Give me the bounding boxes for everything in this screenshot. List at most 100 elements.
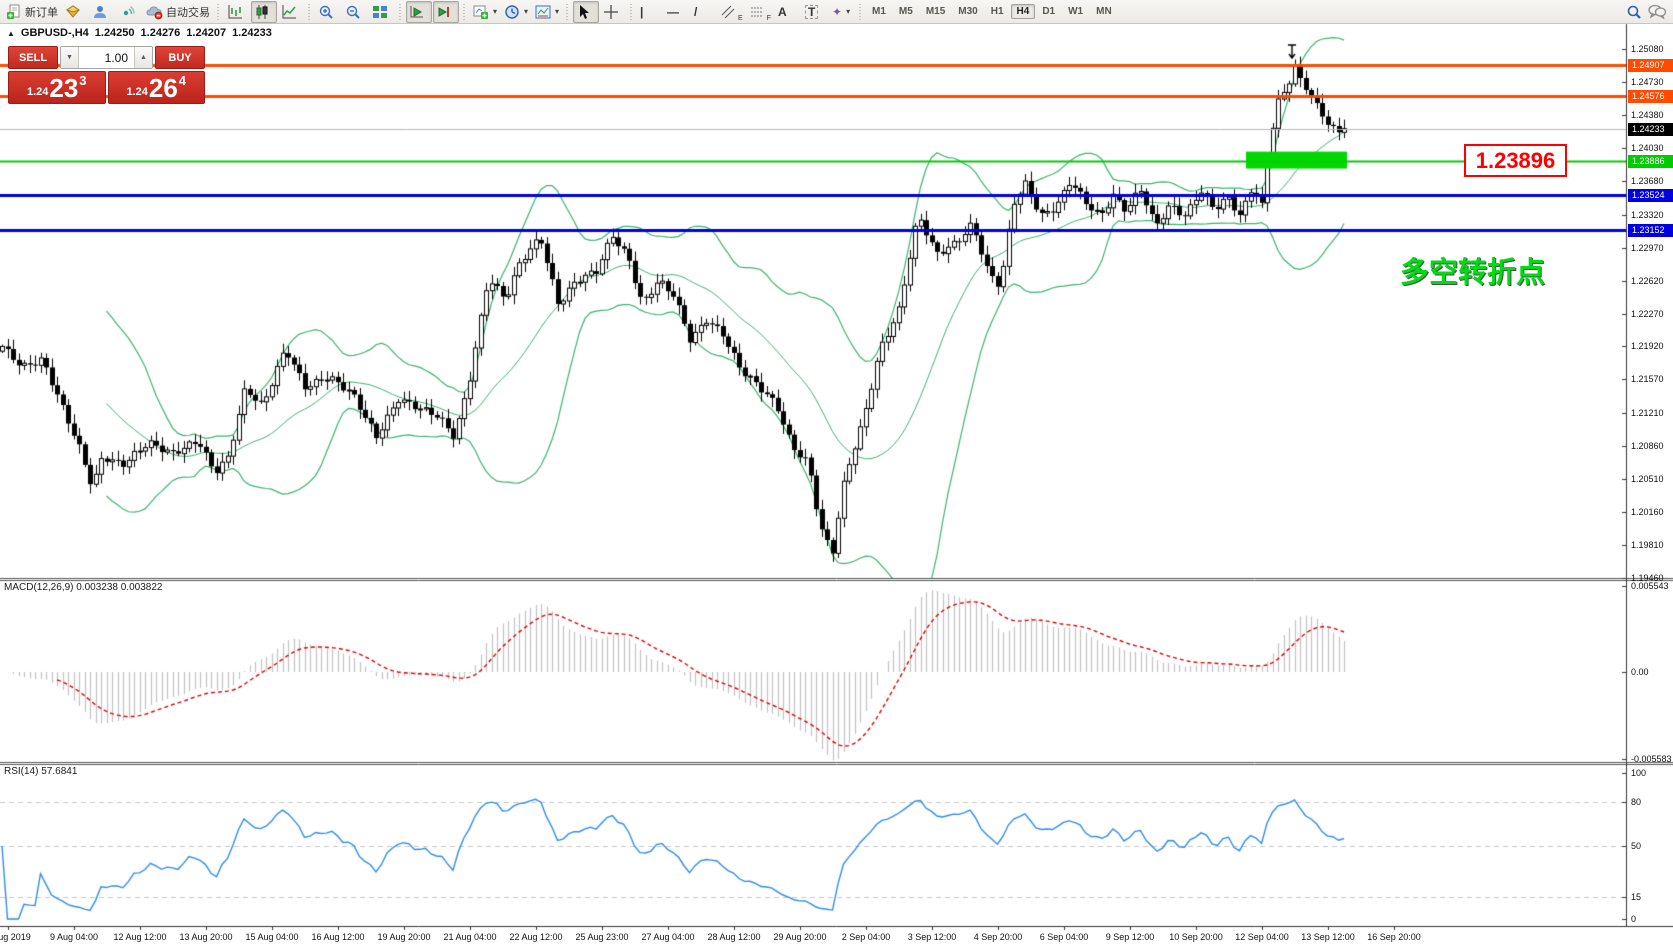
quote-line: ▲ GBPUSD-,H4 1.24250 1.24276 1.24207 1.2…: [7, 27, 272, 39]
time-axis-label: 10 Sep 20:00: [1169, 932, 1223, 942]
price-tick-label: 1.20510: [1631, 474, 1664, 484]
search-icon[interactable]: [1626, 4, 1642, 20]
channel-icon: [721, 5, 735, 19]
bar-chart-button[interactable]: [224, 1, 250, 23]
trendline-button[interactable]: /: [691, 1, 717, 23]
toolbar-grip: [858, 4, 863, 20]
rsi-tick-label: 100: [1631, 768, 1646, 778]
time-axis-label: 9 Aug 04:00: [50, 932, 98, 942]
vertical-line-button[interactable]: |: [637, 1, 663, 23]
add-indicator-button[interactable]: ▾: [470, 1, 500, 23]
chart-shift-button[interactable]: [433, 1, 459, 23]
volume-decrease-button[interactable]: ▼: [61, 47, 79, 68]
volume-input[interactable]: 1.00: [79, 47, 134, 68]
level-price-tag: 1.23152: [1628, 224, 1673, 237]
quote-low: 1.24207: [186, 27, 226, 39]
volume-increase-button[interactable]: ▲: [134, 47, 152, 68]
time-axis-label: 13 Aug 20:00: [179, 932, 232, 942]
time-axis-label: 29 Aug 20:00: [773, 932, 826, 942]
price-tick-label: 1.20160: [1631, 507, 1664, 517]
horizontal-line-icon: —: [667, 6, 679, 18]
quote-close: 1.24233: [232, 27, 272, 39]
rsi-tick-label: 50: [1631, 841, 1641, 851]
time-axis-label: 25 Aug 23:00: [575, 932, 628, 942]
macd-tick-label: 0.00: [1631, 667, 1649, 677]
time-axis-label: 12 Aug 12:00: [113, 932, 166, 942]
cursor-button[interactable]: [573, 1, 599, 23]
candlestick-chart-button[interactable]: [251, 1, 277, 23]
period-button[interactable]: ▾: [501, 1, 531, 23]
text-label-button[interactable]: T: [802, 1, 828, 23]
horizontal-line-button[interactable]: —: [664, 1, 690, 23]
candlestick-chart-icon: [254, 4, 270, 20]
fibonacci-button[interactable]: F: [747, 1, 774, 23]
tile-windows-button[interactable]: [369, 1, 395, 23]
macd-indicator-label: MACD(12,26,9) 0.003238 0.003822: [4, 582, 162, 593]
line-chart-button[interactable]: [278, 1, 304, 23]
time-axis-label: 9 Sep 12:00: [1106, 932, 1155, 942]
sell-price-point: 3: [79, 73, 86, 88]
time-axis-label: 7 Aug 2019: [0, 932, 31, 942]
market-icon: [65, 4, 81, 20]
price-callout-box[interactable]: 1.23896: [1464, 144, 1567, 177]
template-button[interactable]: ▾: [532, 1, 562, 23]
auto-trading-button[interactable]: 自动交易: [143, 1, 213, 23]
channel-button[interactable]: E: [718, 1, 746, 23]
timeframe-m5[interactable]: M5: [893, 4, 919, 19]
tile-windows-icon: [372, 4, 388, 20]
text-icon: A: [778, 6, 787, 18]
time-axis-label: 22 Aug 12:00: [509, 932, 562, 942]
toolbar-grip: [629, 4, 634, 20]
timeframe-m15[interactable]: M15: [920, 4, 951, 19]
collapse-icon[interactable]: ▲: [7, 29, 15, 38]
timeframe-w1[interactable]: W1: [1062, 4, 1089, 19]
zoom-in-button[interactable]: [315, 1, 341, 23]
vertical-line-icon: |: [640, 6, 643, 18]
buy-button[interactable]: BUY: [155, 46, 205, 69]
signals-icon: [119, 4, 135, 20]
time-axis-label: 6 Sep 04:00: [1040, 932, 1089, 942]
quote-open: 1.24250: [95, 27, 135, 39]
arrows-button[interactable]: ✦ ▾: [829, 1, 855, 23]
timeframe-m1[interactable]: M1: [866, 4, 892, 19]
quote-high: 1.24276: [141, 27, 181, 39]
level-price-tag: 1.23886: [1628, 155, 1673, 168]
chat-icon[interactable]: [1648, 4, 1666, 19]
sell-button[interactable]: SELL: [8, 46, 58, 69]
timeframe-mn[interactable]: MN: [1090, 4, 1118, 19]
trendline-icon: /: [694, 6, 697, 18]
crosshair-button[interactable]: [600, 1, 626, 23]
arrows-icon: ✦: [832, 6, 842, 18]
timeframe-h1[interactable]: H1: [985, 4, 1010, 19]
market-watch-button[interactable]: [62, 1, 88, 23]
level-price-tag: 1.23524: [1628, 189, 1673, 202]
buy-price-point: 4: [179, 73, 186, 88]
time-axis-label: 16 Aug 12:00: [311, 932, 364, 942]
mt5-terminal-window: { "toolbar": { "new_order_label": "新订单",…: [0, 0, 1673, 950]
cursor-icon: [576, 4, 590, 20]
zoom-out-button[interactable]: [342, 1, 368, 23]
time-axis-label: 15 Aug 04:00: [245, 932, 298, 942]
text-button[interactable]: A: [775, 1, 801, 23]
bars-chart-icon: [227, 4, 243, 20]
signals-button[interactable]: [116, 1, 142, 23]
line-chart-icon: [281, 4, 297, 20]
profile-button[interactable]: [89, 1, 115, 23]
chart-canvas[interactable]: [0, 0, 1673, 950]
timeframe-h4[interactable]: H4: [1011, 4, 1036, 19]
price-tick-label: 1.21570: [1631, 374, 1664, 384]
macd-tick-label: 0.005543: [1631, 581, 1669, 591]
price-tick-label: 1.24380: [1631, 110, 1664, 120]
time-axis-label: 12 Sep 04:00: [1235, 932, 1289, 942]
time-axis-label: 19 Aug 20:00: [377, 932, 430, 942]
timeframe-d1[interactable]: D1: [1036, 4, 1061, 19]
text-label-icon: T: [805, 5, 818, 19]
rsi-indicator-label: RSI(14) 57.6841: [4, 766, 77, 777]
macd-tick-label: -0.005583: [1631, 754, 1672, 764]
zoom-in-icon: [318, 4, 334, 20]
buy-price-display[interactable]: 1.24 26 4: [108, 71, 206, 104]
auto-scroll-button[interactable]: [406, 1, 432, 23]
timeframe-m30[interactable]: M30: [952, 4, 983, 19]
sell-price-display[interactable]: 1.24 23 3: [8, 71, 106, 104]
new-order-button[interactable]: 新订单: [3, 1, 61, 23]
